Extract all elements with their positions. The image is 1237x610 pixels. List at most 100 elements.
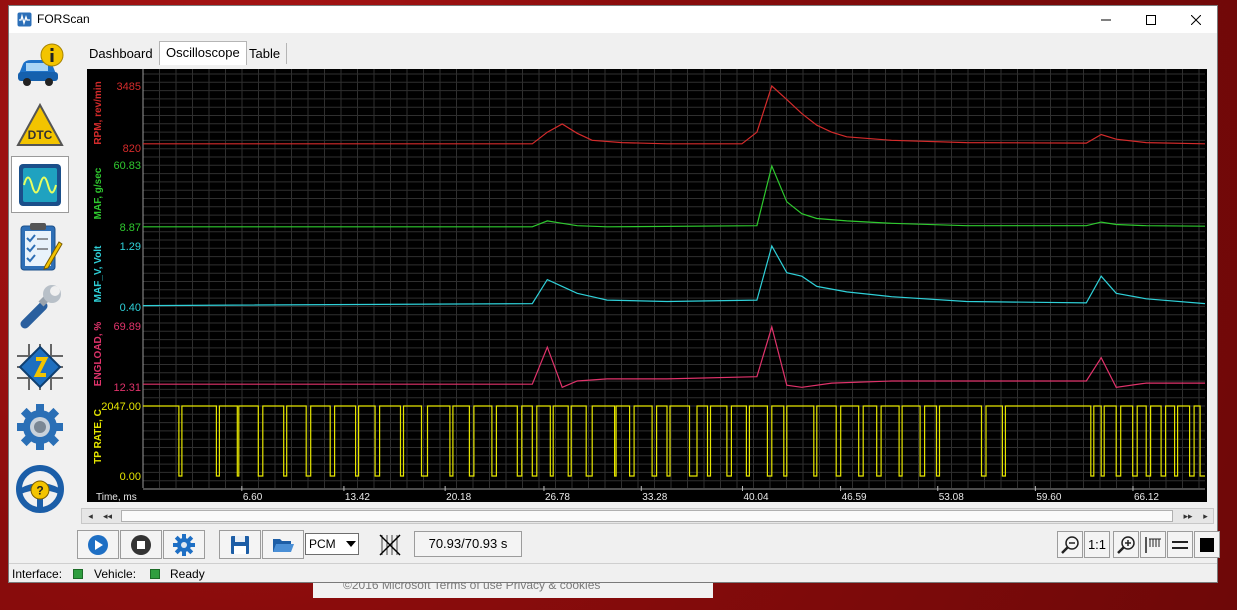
x-tick-label: 53.08 xyxy=(939,492,964,502)
channel-min-label: 820 xyxy=(123,143,141,155)
sidebar: DTC ? xyxy=(11,36,71,516)
lines-icon xyxy=(1172,540,1188,549)
sidebar-item-settings[interactable] xyxy=(11,398,69,455)
wrench-icon xyxy=(20,284,61,328)
scroll-forward-button[interactable]: ▸▸ xyxy=(1179,509,1197,523)
zoom-in-button[interactable] xyxy=(1113,531,1139,558)
scrollbar-thumb[interactable] xyxy=(121,510,1173,522)
window-title: FORScan xyxy=(37,12,90,26)
vehicle-label: Vehicle: xyxy=(94,567,137,581)
channels-button[interactable] xyxy=(375,530,405,559)
x-tick-label: 40.04 xyxy=(743,492,768,502)
sidebar-item-configuration[interactable] xyxy=(11,338,69,395)
background-color-button[interactable] xyxy=(1194,531,1220,558)
gear-icon xyxy=(17,403,63,450)
forscan-window: FORScan DTC ? Dashboard Oscilloscope Tab… xyxy=(8,5,1220,584)
sidebar-item-help[interactable]: ? xyxy=(11,460,69,517)
zoom-out-icon xyxy=(1061,535,1079,554)
channel-max-label: 69.89 xyxy=(113,321,141,333)
steering-wheel-help-icon: ? xyxy=(16,464,64,513)
x-tick-label: 13.42 xyxy=(345,492,370,502)
channel-label: MAF, g/sec xyxy=(93,167,104,219)
channel-label: ENGLOAD, % xyxy=(93,322,104,387)
oscilloscope-chart[interactable]: RPM, rev/min 3485 820 MAF, g/sec 60.83 8.87 MA… xyxy=(87,69,1207,502)
close-button[interactable] xyxy=(1173,6,1218,33)
x-tick-label: 6.60 xyxy=(243,492,263,502)
sidebar-item-oscilloscope[interactable] xyxy=(11,156,69,213)
car-info-icon xyxy=(18,43,64,86)
x-tick-label: 20.18 xyxy=(446,492,471,502)
line-style-button[interactable] xyxy=(1167,531,1193,558)
save-button[interactable] xyxy=(219,530,261,559)
open-button[interactable] xyxy=(262,530,304,559)
chevron-down-icon xyxy=(346,541,356,547)
channel-label: TP RATE, C xyxy=(93,409,104,464)
vertical-scale-button[interactable] xyxy=(1140,531,1166,558)
x-tick-label: 46.59 xyxy=(842,492,867,502)
bottom-toolbar: PCM 70.93/70.93 s 1:1 xyxy=(77,527,1220,561)
x-tick-label: 59.60 xyxy=(1036,492,1061,502)
oscilloscope-icon xyxy=(19,163,61,206)
channel-min-label: 0.40 xyxy=(120,302,141,314)
channel-min-label: 8.87 xyxy=(120,222,141,234)
channel-min-label: 12.31 xyxy=(113,382,141,394)
gear-icon xyxy=(173,533,195,556)
cross-grid-icon xyxy=(379,533,401,556)
channel-label: MAF_V, Volt xyxy=(93,245,104,302)
chart-background xyxy=(87,69,1207,502)
zoom-in-icon xyxy=(1117,535,1135,554)
dtc-warning-icon: DTC xyxy=(16,102,64,146)
channel-min-label: 0.00 xyxy=(120,471,141,483)
time-display: 70.93/70.93 s xyxy=(414,531,522,557)
svg-text:DTC: DTC xyxy=(28,128,53,142)
stop-icon xyxy=(131,534,151,555)
settings-button[interactable] xyxy=(163,530,205,559)
sidebar-item-vehicle-info[interactable] xyxy=(11,36,69,93)
status-bar: Interface: Vehicle: Ready xyxy=(9,563,1217,584)
play-icon xyxy=(88,534,108,555)
tab-table[interactable]: Table xyxy=(243,43,288,64)
x-tick-label: 26.78 xyxy=(545,492,570,502)
time-scrollbar[interactable]: ◂ ◂◂ ▸▸ ▸ xyxy=(81,508,1214,524)
scroll-rewind-button[interactable]: ◂◂ xyxy=(100,509,115,523)
play-button[interactable] xyxy=(77,530,119,559)
scroll-left-button[interactable]: ◂ xyxy=(83,509,98,523)
sidebar-item-service[interactable] xyxy=(11,278,69,335)
maximize-icon xyxy=(1145,14,1156,25)
sidebar-item-dtc[interactable]: DTC xyxy=(11,96,69,153)
stop-button[interactable] xyxy=(120,530,162,559)
channel-label: RPM, rev/min xyxy=(93,81,104,144)
x-axis-label: Time, ms xyxy=(96,492,137,502)
tab-oscilloscope[interactable]: Oscilloscope xyxy=(159,41,247,65)
title-bar[interactable]: FORScan xyxy=(9,6,1217,33)
minimize-button[interactable] xyxy=(1083,6,1128,33)
folder-open-icon xyxy=(273,538,294,552)
forscan-app-icon xyxy=(17,12,32,27)
maximize-button[interactable] xyxy=(1128,6,1173,33)
interface-status-indicator xyxy=(73,569,83,579)
interface-label: Interface: xyxy=(12,567,63,581)
vehicle-status-indicator xyxy=(150,569,160,579)
x-tick-label: 33.28 xyxy=(642,492,667,502)
channel-max-label: 3485 xyxy=(117,81,141,93)
zoom-out-button[interactable] xyxy=(1057,531,1083,558)
chip-icon xyxy=(17,343,63,390)
channel-max-label: 1.29 xyxy=(120,241,141,253)
channel-max-label: 2047.00 xyxy=(101,401,141,413)
minimize-icon xyxy=(1100,19,1111,20)
scroll-right-button[interactable]: ▸ xyxy=(1198,509,1213,523)
channel-max-label: 60.83 xyxy=(113,160,141,172)
zoom-reset-button[interactable]: 1:1 xyxy=(1084,531,1110,558)
svg-text:?: ? xyxy=(36,483,43,497)
black-square-icon xyxy=(1200,537,1214,552)
vertical-scale-icon xyxy=(1145,536,1161,553)
sidebar-item-tests[interactable] xyxy=(11,218,69,275)
status-text: Ready xyxy=(170,567,205,581)
save-icon xyxy=(231,535,249,554)
close-icon xyxy=(1190,14,1201,25)
tab-dashboard[interactable]: Dashboard xyxy=(83,43,159,64)
checklist-icon xyxy=(20,222,63,270)
ecu-select[interactable]: PCM xyxy=(305,533,359,555)
x-tick-label: 66.12 xyxy=(1134,492,1159,502)
ecu-select-value: PCM xyxy=(309,537,336,551)
